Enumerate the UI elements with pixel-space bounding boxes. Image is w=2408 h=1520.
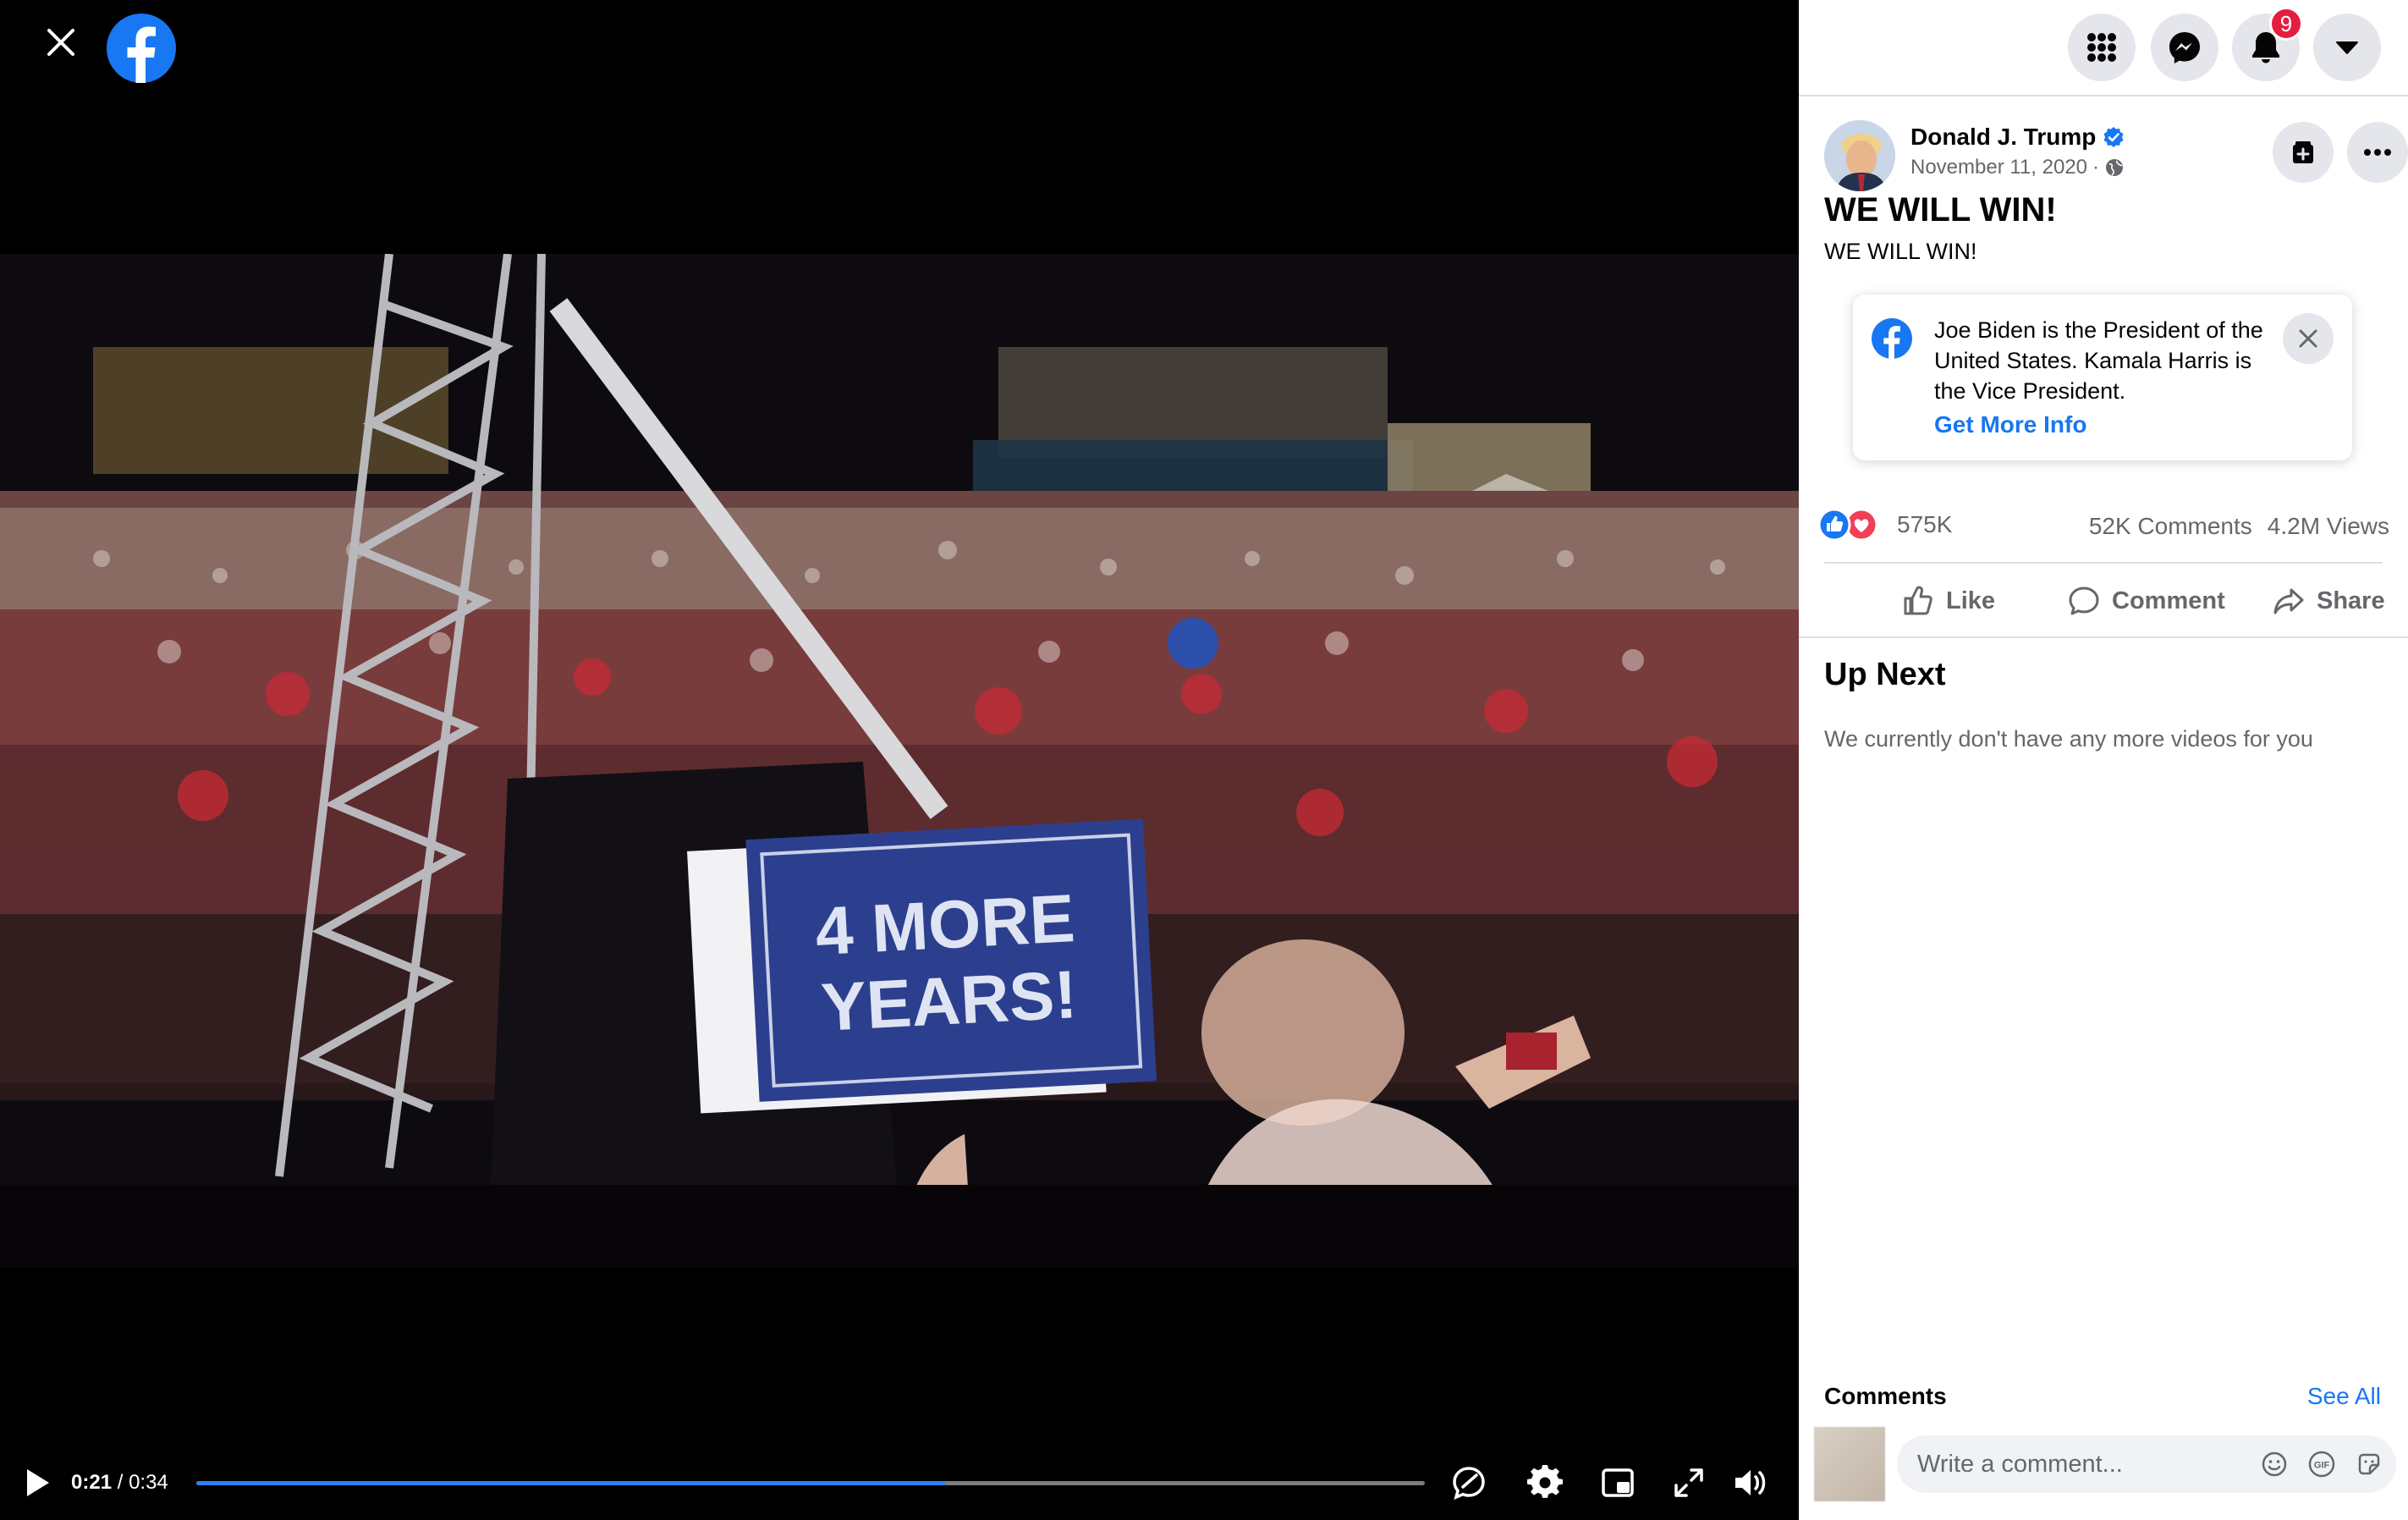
share-label: Share [2317, 587, 2385, 614]
reaction-count[interactable]: 575K [1897, 511, 1952, 538]
notification-badge: 9 [2269, 7, 2303, 41]
sign-text-line2: YEARS! [819, 956, 1079, 1045]
facebook-logo-icon[interactable] [107, 14, 176, 83]
account-dropdown-icon[interactable] [2313, 14, 2381, 81]
messenger-icon[interactable] [2151, 14, 2218, 81]
captions-off-icon[interactable] [1449, 1462, 1489, 1503]
author-avatar[interactable] [1824, 120, 1895, 191]
comment-composer: GIF [1814, 1427, 2398, 1501]
close-icon[interactable] [2283, 313, 2334, 364]
stats-right: 52K Comments 4.2M Views [2089, 513, 2389, 540]
time-separator: / [112, 1471, 129, 1494]
like-label: Like [1946, 587, 1996, 614]
meta-separator: · [2092, 156, 2100, 179]
comment-count[interactable]: 52K Comments [2089, 513, 2252, 540]
see-all-comments-link[interactable]: See All [2307, 1383, 2381, 1410]
up-next-title: Up Next [1824, 657, 1946, 692]
video-scene: 4 MORE YEARS! [0, 254, 1799, 1268]
stats-divider [1824, 562, 2383, 564]
menu-grid-icon[interactable] [2068, 14, 2136, 81]
top-navigation: 9 [1799, 0, 2408, 96]
share-button[interactable]: Share [2273, 567, 2385, 635]
section-divider [1799, 636, 2408, 638]
progress-fill [196, 1481, 946, 1485]
post-actions: Like Comment Share [1824, 567, 2385, 635]
share-arrow-icon [2273, 588, 2304, 614]
mini-player-icon[interactable] [1597, 1462, 1638, 1503]
play-icon[interactable] [20, 1466, 54, 1500]
user-avatar[interactable] [1814, 1427, 1885, 1501]
like-button[interactable]: Like [1902, 567, 1995, 635]
time-current: 0:21 [71, 1471, 113, 1494]
video-frame[interactable]: 4 MORE YEARS! [0, 254, 1799, 1268]
emoji-icon[interactable] [2259, 1449, 2290, 1479]
post-title: WE WILL WIN! [1824, 191, 2057, 229]
side-panel: 9 Donald J. Trump November 11, 2020 · WE… [1799, 0, 2408, 1520]
post-stats: 575K 52K Comments 4.2M Views [1817, 504, 2389, 547]
comment-bubble-icon [2069, 587, 2099, 615]
post-text: WE WILL WIN! [1824, 239, 1977, 264]
facebook-info-icon [1872, 318, 1912, 359]
volume-icon[interactable] [1731, 1462, 1772, 1503]
comment-label: Comment [2112, 587, 2225, 614]
notifications-bell-icon[interactable]: 9 [2232, 7, 2303, 81]
thumbs-up-icon [1904, 586, 1932, 615]
info-card-text: Joe Biden is the President of the United… [1934, 317, 2263, 404]
election-info-card: Joe Biden is the President of the United… [1853, 295, 2352, 460]
gif-icon[interactable]: GIF [2306, 1449, 2337, 1479]
time-total: 0:34 [129, 1471, 168, 1494]
settings-gear-icon[interactable] [1525, 1462, 1565, 1503]
view-count: 4.2M Views [2267, 513, 2389, 539]
sticker-icon[interactable] [2354, 1449, 2384, 1479]
author-name[interactable]: Donald J. Trump [1910, 124, 2096, 151]
like-reaction-icon [1817, 508, 1851, 542]
reactions-summary[interactable] [1817, 508, 1885, 542]
globe-icon [2106, 159, 2124, 176]
comments-heading: Comments [1824, 1383, 1947, 1409]
post-meta: November 11, 2020 · [1910, 156, 2125, 179]
save-post-icon[interactable] [2273, 122, 2334, 183]
more-options-icon[interactable] [2347, 122, 2408, 183]
post-header: Donald J. Trump November 11, 2020 · [1824, 120, 2408, 196]
close-icon[interactable] [37, 19, 85, 66]
up-next-empty-message: We currently don't have any more videos … [1824, 726, 2313, 752]
svg-text:GIF: GIF [2314, 1461, 2330, 1471]
sign-text-line1: 4 MORE [814, 880, 1077, 969]
comment-button[interactable]: Comment [2068, 567, 2225, 635]
video-controls: 0:21 / 0:34 [0, 1439, 1799, 1520]
progress-bar[interactable] [196, 1481, 1425, 1485]
video-player[interactable]: 4 MORE YEARS! 0:21 / 0:34 [0, 0, 1799, 1520]
post-author[interactable]: Donald J. Trump [1910, 124, 2125, 151]
post-date[interactable]: November 11, 2020 [1910, 156, 2087, 179]
fullscreen-icon[interactable] [1669, 1462, 1709, 1503]
verified-badge-icon [2103, 127, 2124, 147]
time-display: 0:21 / 0:34 [71, 1471, 168, 1495]
get-more-info-link[interactable]: Get More Info [1934, 411, 2086, 438]
